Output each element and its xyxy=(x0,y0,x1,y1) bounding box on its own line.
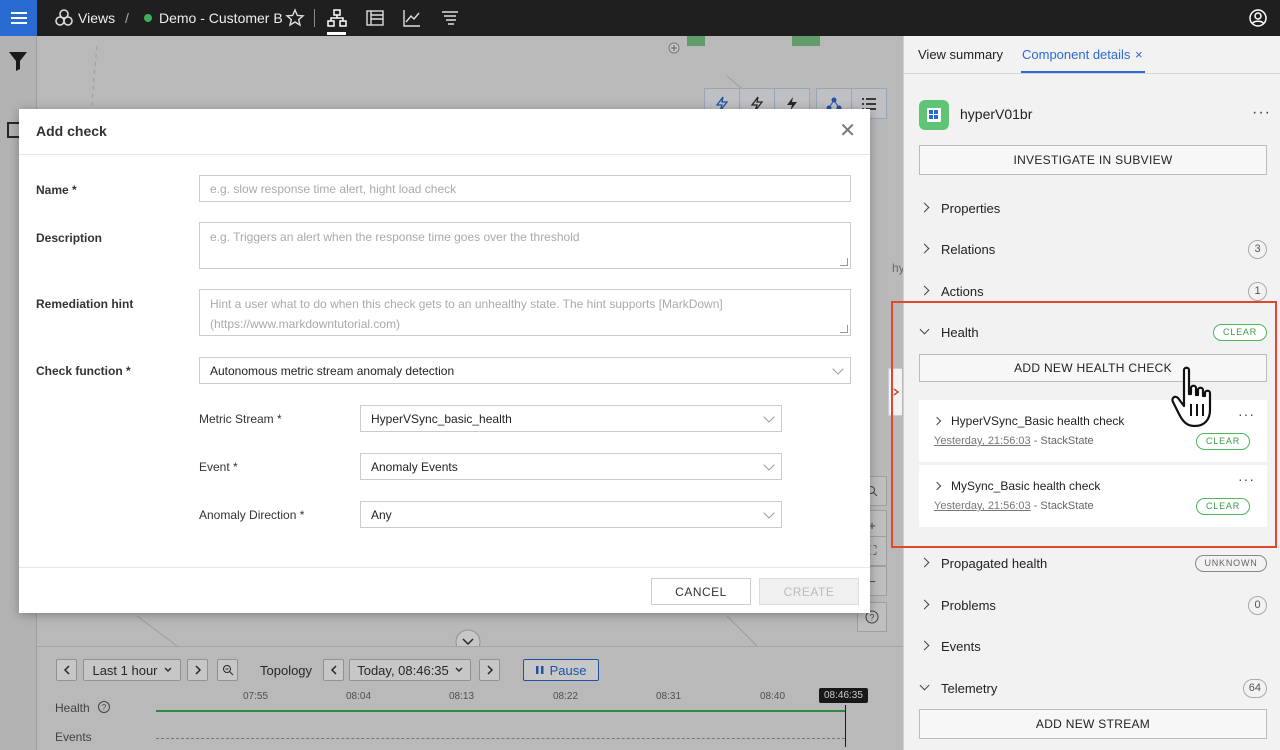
description-field[interactable]: e.g. Triggers an alert when the response… xyxy=(199,222,851,269)
section-label: Properties xyxy=(941,201,1001,216)
description-label: Description xyxy=(36,231,103,245)
remediation-field[interactable]: Hint a user what to do when this check g… xyxy=(199,289,851,336)
active-view-indicator xyxy=(327,32,346,35)
resize-handle[interactable] xyxy=(840,258,848,266)
chevron-right-icon xyxy=(919,640,930,651)
section-label: Events xyxy=(941,639,981,654)
investigate-subview-button[interactable]: INVESTIGATE IN SUBVIEW xyxy=(919,145,1267,175)
chevron-down-icon xyxy=(919,680,930,691)
actions-count: 1 xyxy=(1248,282,1267,301)
anomaly-direction-value: Any xyxy=(371,508,392,522)
toolbar-divider xyxy=(314,9,315,27)
user-account-icon[interactable] xyxy=(1248,8,1268,28)
name-field[interactable]: e.g. slow response time alert, hight loa… xyxy=(199,175,851,202)
top-bar: Views / Demo - Customer B xyxy=(0,0,1280,36)
name-label: Name * xyxy=(36,183,77,197)
section-label: Propagated health xyxy=(941,556,1048,571)
component-more-icon[interactable]: ··· xyxy=(1252,104,1271,122)
anomaly-direction-label: Anomaly Direction * xyxy=(199,508,305,522)
view-name: Demo - Customer B xyxy=(159,10,283,26)
events-view-icon[interactable] xyxy=(440,8,460,28)
check-function-value: Autonomous metric stream anomaly detecti… xyxy=(210,364,455,378)
metric-stream-value: HyperVSync_basic_health xyxy=(371,412,512,426)
chevron-down-icon xyxy=(763,411,775,423)
create-button[interactable]: CREATE xyxy=(759,578,859,605)
chevron-down-icon xyxy=(763,507,775,519)
chevron-right-icon xyxy=(919,285,930,296)
chevron-right-icon xyxy=(919,599,930,610)
propagated-status-badge: UNKNOWN xyxy=(1195,555,1267,572)
active-tab-indicator xyxy=(1021,71,1145,73)
remediation-label: Remediation hint xyxy=(36,297,134,311)
description-placeholder: e.g. Triggers an alert when the response… xyxy=(210,230,580,244)
check-function-select[interactable]: Autonomous metric stream anomaly detecti… xyxy=(199,357,851,384)
main-menu-button[interactable] xyxy=(0,0,37,36)
section-problems[interactable]: Problems 0 xyxy=(919,596,1267,616)
component-type-icon xyxy=(919,100,949,130)
chevron-right-icon xyxy=(919,557,930,568)
telemetry-count: 64 xyxy=(1242,679,1267,698)
add-check-dialog: Add check ✕ Name * e.g. slow response ti… xyxy=(19,109,870,613)
component-name: hyperV01br xyxy=(960,106,1033,122)
tab-component-details[interactable]: Component details xyxy=(1022,47,1130,62)
resize-handle[interactable] xyxy=(840,325,848,333)
tab-bar-divider xyxy=(904,73,1280,74)
problems-count: 0 xyxy=(1248,596,1267,615)
dialog-title: Add check xyxy=(36,123,107,139)
views-icon xyxy=(55,9,73,26)
event-value: Anomaly Events xyxy=(371,460,458,474)
section-properties[interactable]: Properties xyxy=(919,199,1267,219)
metrics-view-icon[interactable] xyxy=(402,8,422,28)
close-icon[interactable]: ✕ xyxy=(839,121,856,141)
relations-count: 3 xyxy=(1248,240,1267,259)
metric-stream-label: Metric Stream * xyxy=(199,412,282,426)
add-stream-button[interactable]: ADD NEW STREAM xyxy=(919,709,1267,739)
section-relations[interactable]: Relations 3 xyxy=(919,240,1267,260)
views-link[interactable]: Views xyxy=(78,0,115,36)
anomaly-direction-select[interactable]: Any xyxy=(360,501,782,528)
section-label: Problems xyxy=(941,598,996,613)
section-telemetry[interactable]: Telemetry 64 xyxy=(919,679,1267,699)
close-tab-icon[interactable]: × xyxy=(1135,47,1143,62)
section-events[interactable]: Events xyxy=(919,637,1267,657)
hand-cursor-icon xyxy=(1171,366,1212,428)
event-select[interactable]: Anomaly Events xyxy=(360,453,782,480)
dialog-header: Add check ✕ xyxy=(19,109,870,155)
tab-view-summary[interactable]: View summary xyxy=(918,47,1003,62)
view-status-dot xyxy=(144,14,152,22)
check-function-label: Check function * xyxy=(36,364,131,378)
section-label: Telemetry xyxy=(941,681,998,696)
chevron-right-icon xyxy=(919,202,930,213)
event-label: Event * xyxy=(199,460,238,474)
windows-server-icon xyxy=(927,108,941,122)
breadcrumb-separator: / xyxy=(125,10,129,26)
section-propagated-health[interactable]: Propagated health UNKNOWN xyxy=(919,554,1267,574)
cancel-button[interactable]: CANCEL xyxy=(651,578,751,605)
topology-view-icon[interactable] xyxy=(327,8,347,28)
chevron-down-icon xyxy=(763,459,775,471)
remediation-placeholder: Hint a user what to do when this check g… xyxy=(210,297,723,331)
section-label: Actions xyxy=(941,284,984,299)
list-view-icon[interactable] xyxy=(365,8,385,28)
section-label: Relations xyxy=(941,242,996,257)
chevron-down-icon xyxy=(832,363,844,375)
metric-stream-select[interactable]: HyperVSync_basic_health xyxy=(360,405,782,432)
chevron-right-icon xyxy=(919,243,930,254)
star-icon[interactable] xyxy=(285,8,305,28)
section-actions[interactable]: Actions 1 xyxy=(919,282,1267,302)
dialog-footer: CANCEL CREATE xyxy=(19,567,870,613)
